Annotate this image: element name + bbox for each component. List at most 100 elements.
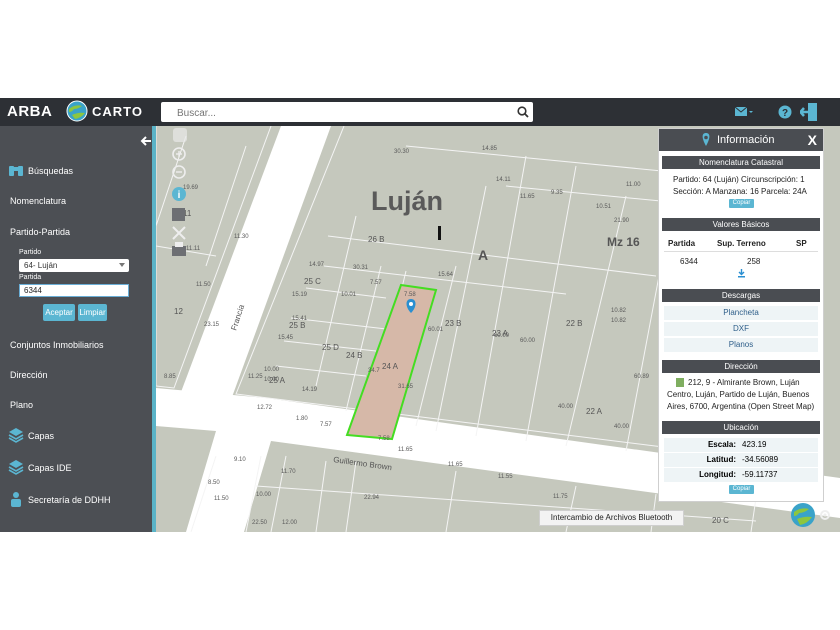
sidebar-item-label: Secretaría de DDHH (28, 495, 111, 505)
direccion-line-3: Aires, 6700, Argentina (Open Street Map) (667, 402, 815, 411)
measure-label: 12.00 (282, 520, 298, 526)
parcel-label: 22 B (566, 319, 582, 328)
parcel-label: 26 B (368, 235, 384, 244)
measure-label: 14.97 (309, 262, 325, 268)
escala-label: Escala: (707, 440, 736, 449)
latitud-row: Latitud: -34.56089 (664, 453, 818, 467)
download-icon[interactable] (737, 269, 746, 278)
svg-text:?: ? (782, 108, 788, 119)
ubicacion-heading: Ubicación (662, 421, 820, 434)
direccion-line-1: 212, 9 - Almirante Brown, Luján (688, 378, 800, 387)
hand-pan-icon[interactable] (173, 128, 187, 142)
cell-sup-terreno: 258 (747, 257, 761, 266)
measure-label: 60.00 (520, 338, 536, 344)
top-bar: ARBA CARTO ? (0, 98, 840, 126)
limpiar-button[interactable]: Limpiar (78, 304, 107, 321)
partido-select[interactable]: 64- Luján (19, 259, 129, 272)
measure-label: 10.82 (611, 318, 627, 324)
longitud-row: Longitud: -59.11737 (664, 468, 818, 482)
carto-globe-icon (66, 100, 88, 122)
map-toolbar: i (172, 128, 187, 256)
nomenclatura-line-2: Sección: A Manzana: 16 Parcela: 24A (673, 187, 807, 196)
sidebar-item-label: Nomenclatura (10, 196, 67, 206)
settings-icon[interactable] (818, 508, 832, 522)
print-icon[interactable] (172, 242, 186, 256)
measure-label: 14.19 (302, 387, 318, 393)
measure-label: 9.35 (551, 190, 563, 196)
measure-label: 11.30 (234, 234, 249, 240)
logout-icon[interactable] (800, 102, 818, 122)
download-planos[interactable]: Planos (664, 338, 818, 352)
direccion-line-2: Centro, Luján, Partido de Luján, Buenos (667, 390, 810, 399)
layers-icon (8, 460, 24, 475)
sidebar-item-label: Plano (10, 400, 34, 410)
measure-label: 15.64 (438, 272, 454, 278)
measure-label: 7.57 (320, 422, 332, 428)
info-panel-header: Información X (659, 129, 823, 151)
latitud-value: -34.56089 (742, 455, 779, 464)
measure-label: 7.57 (370, 280, 382, 286)
nomenclatura-heading: Nomenclatura Catastral (662, 156, 820, 169)
manzana-label: Mz 16 (607, 235, 640, 249)
aceptar-button[interactable]: Aceptar (43, 304, 75, 321)
measure-label: 9.10 (234, 457, 246, 463)
zoom-in-icon[interactable] (172, 147, 186, 161)
measure-label: 60.01 (428, 327, 444, 333)
mail-icon[interactable] (735, 106, 753, 118)
parcel-label: 24 B (346, 351, 362, 360)
measure-label: 10.00 (264, 367, 280, 373)
measure-label: 7.58 (378, 436, 390, 442)
nomenclatura-line-1: Partido: 64 (Luján) Circunscripción: 1 (673, 175, 805, 184)
partido-select-value: 64- Luján (24, 261, 58, 270)
sidebar: Búsquedas Nomenclatura Partido-Partida P… (0, 126, 156, 532)
search-input[interactable] (175, 105, 509, 121)
descargas-heading: Descargas (662, 289, 820, 302)
measure-label: 14.11 (496, 177, 511, 183)
measure-label: 30.30 (394, 149, 410, 155)
parcel-label: 22 A (586, 407, 603, 416)
close-button[interactable]: X (808, 132, 817, 148)
info-icon[interactable]: i (172, 187, 186, 201)
sidebar-item-label: Conjuntos Inmobiliarios (10, 340, 104, 350)
svg-text:i: i (178, 190, 181, 201)
download-plancheta[interactable]: Plancheta (664, 306, 818, 320)
search-icon[interactable] (516, 105, 530, 119)
collapse-arrow-icon[interactable] (140, 135, 152, 147)
direccion-heading: Dirección (662, 360, 820, 373)
arba-logo[interactable]: ARBA (7, 103, 52, 120)
download-dxf[interactable]: DXF (664, 322, 818, 336)
measure-label: 11.70 (281, 469, 296, 475)
binoculars-icon (9, 166, 23, 176)
measure-label: 10.82 (611, 308, 627, 314)
measure-label: 11.65 (398, 447, 413, 453)
measure-label: 34.7 (368, 368, 380, 374)
measure-label: 11.50 (196, 282, 211, 288)
parcel-label: 24 A (382, 362, 399, 371)
measure-label: 1.80 (296, 416, 308, 422)
partida-input[interactable] (19, 284, 129, 297)
measure-label: 7.58 (404, 292, 416, 298)
copy-nomenclatura-button[interactable]: Copiar (729, 199, 754, 208)
sidebar-item-label: Capas IDE (28, 463, 72, 473)
sidebar-item-label: Partido-Partida (10, 227, 71, 237)
select-area-icon[interactable] (172, 208, 185, 221)
measure-label: 10.01 (341, 292, 357, 298)
escala-row: Escala: 423.19 (664, 438, 818, 452)
help-icon[interactable]: ? (778, 105, 792, 119)
measure-label: 10.00 (256, 492, 272, 498)
layers-icon (8, 428, 24, 443)
sidebar-item-label: Búsquedas (28, 166, 74, 176)
partido-label: Partido (19, 249, 42, 256)
location-pin-icon (702, 133, 710, 146)
parcel-label: 25 D (322, 343, 339, 352)
zoom-out-icon[interactable] (172, 165, 186, 179)
measure-label: 15.41 (292, 316, 308, 322)
measure-label: 22.50 (252, 520, 268, 526)
measure-label: 21.90 (614, 218, 630, 224)
search-bar[interactable] (161, 102, 533, 122)
measure-icon[interactable] (172, 226, 186, 240)
measure-label: 8.85 (164, 374, 176, 380)
copy-ubicacion-button[interactable]: Copiar (729, 485, 754, 494)
globe-icon[interactable] (790, 502, 816, 528)
measure-label: 11.55 (498, 474, 513, 480)
